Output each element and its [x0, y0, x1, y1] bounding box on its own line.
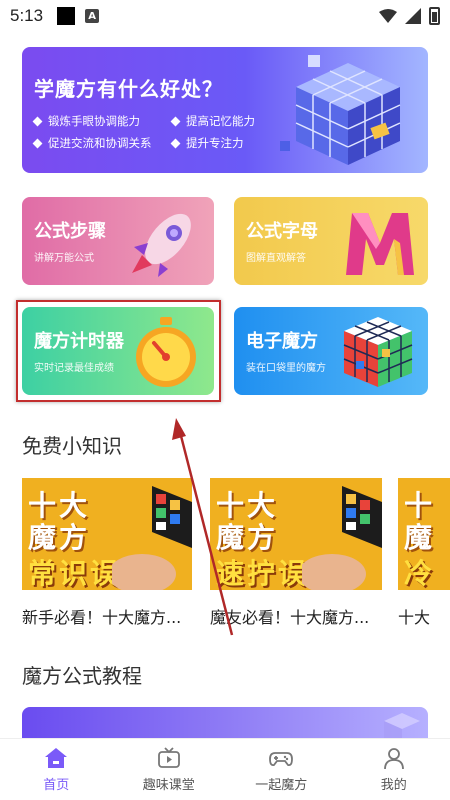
rubiks-cube-icon [343, 317, 413, 387]
card-title: 公式步骤 [34, 221, 106, 242]
tv-icon [157, 747, 180, 768]
user-icon [383, 748, 404, 770]
status-bar: 5:13 A [0, 0, 450, 32]
tab-label: 趣味课堂 [142, 778, 195, 793]
card-subtitle: 图解直观解答 [246, 253, 306, 264]
signal-icon [405, 8, 421, 24]
card-subtitle: 装在口袋里的魔方 [246, 363, 326, 374]
video-thumbnail[interactable]: 十大 魔方 常识误区 [22, 478, 192, 590]
promo-banner[interactable]: 学魔方有什么好处？ 锻炼手眼协调能力 提高记忆能力 促进交流和协调关系 提升专注… [22, 47, 428, 173]
diamond-bullet-icon [32, 138, 43, 148]
gamepad-icon [269, 752, 294, 767]
card-title: 公式字母 [246, 221, 318, 242]
video-caption[interactable]: 新手必看！十大魔方... [22, 604, 192, 628]
card-subtitle: 讲解万能公式 [34, 253, 94, 264]
rubiks-cube-photo [302, 486, 382, 590]
tab-label: 一起魔方 [255, 778, 308, 793]
tab-mine[interactable]: 我的 [338, 739, 450, 800]
section-title-free-knowledge: 免费小知识 [22, 434, 122, 458]
electronic-cube-card[interactable]: 电子魔方 装在口袋里的魔方 [234, 307, 428, 395]
tab-label: 我的 [380, 778, 407, 793]
tab-home[interactable]: 首页 [0, 739, 113, 800]
banner-title: 学魔方有什么好处？ [34, 77, 223, 101]
home-icon [45, 748, 68, 768]
selection-highlight-box [16, 300, 221, 402]
banner-benefit: 锻炼手眼协调能力 [32, 113, 166, 129]
tab-label: 首页 [43, 778, 70, 793]
video-caption[interactable]: 魔友必看！十大魔方... [210, 604, 382, 628]
notification-a-icon: A [85, 9, 100, 23]
banner-benefit: 促进交流和协调关系 [32, 135, 166, 151]
wifi-icon [379, 9, 397, 23]
rubiks-cube-photo [112, 486, 192, 590]
card-title: 电子魔方 [246, 331, 318, 352]
section-title-formula-tutorial: 魔方公式教程 [22, 664, 142, 688]
battery-icon [429, 7, 440, 25]
video-thumbnail[interactable]: 十大 魔方 速拧误区 [210, 478, 382, 590]
bottom-tab-bar: 首页 趣味课堂 一起魔方 我的 [0, 738, 450, 800]
diamond-bullet-icon [170, 138, 181, 148]
video-thumbnail[interactable]: 十 魔 冷 [398, 478, 450, 590]
tab-fun-class[interactable]: 趣味课堂 [113, 739, 226, 800]
formula-steps-card[interactable]: 公式步骤 讲解万能公式 [22, 197, 214, 285]
status-time: 5:13 [10, 6, 44, 25]
rubiks-cube-illustration [280, 55, 401, 165]
video-caption[interactable]: 十大 [398, 604, 450, 628]
formula-letters-card[interactable]: 公式字母 图解直观解答 [234, 197, 428, 285]
notification-square-icon [57, 7, 76, 25]
letter-m-icon [346, 213, 414, 275]
tab-play-together[interactable]: 一起魔方 [225, 739, 338, 800]
banner-benefits: 锻炼手眼协调能力 提高记忆能力 促进交流和协调关系 提升专注力 [32, 113, 304, 151]
diamond-bullet-icon [32, 116, 43, 126]
diamond-bullet-icon [170, 116, 181, 126]
rocket-icon [132, 213, 191, 277]
